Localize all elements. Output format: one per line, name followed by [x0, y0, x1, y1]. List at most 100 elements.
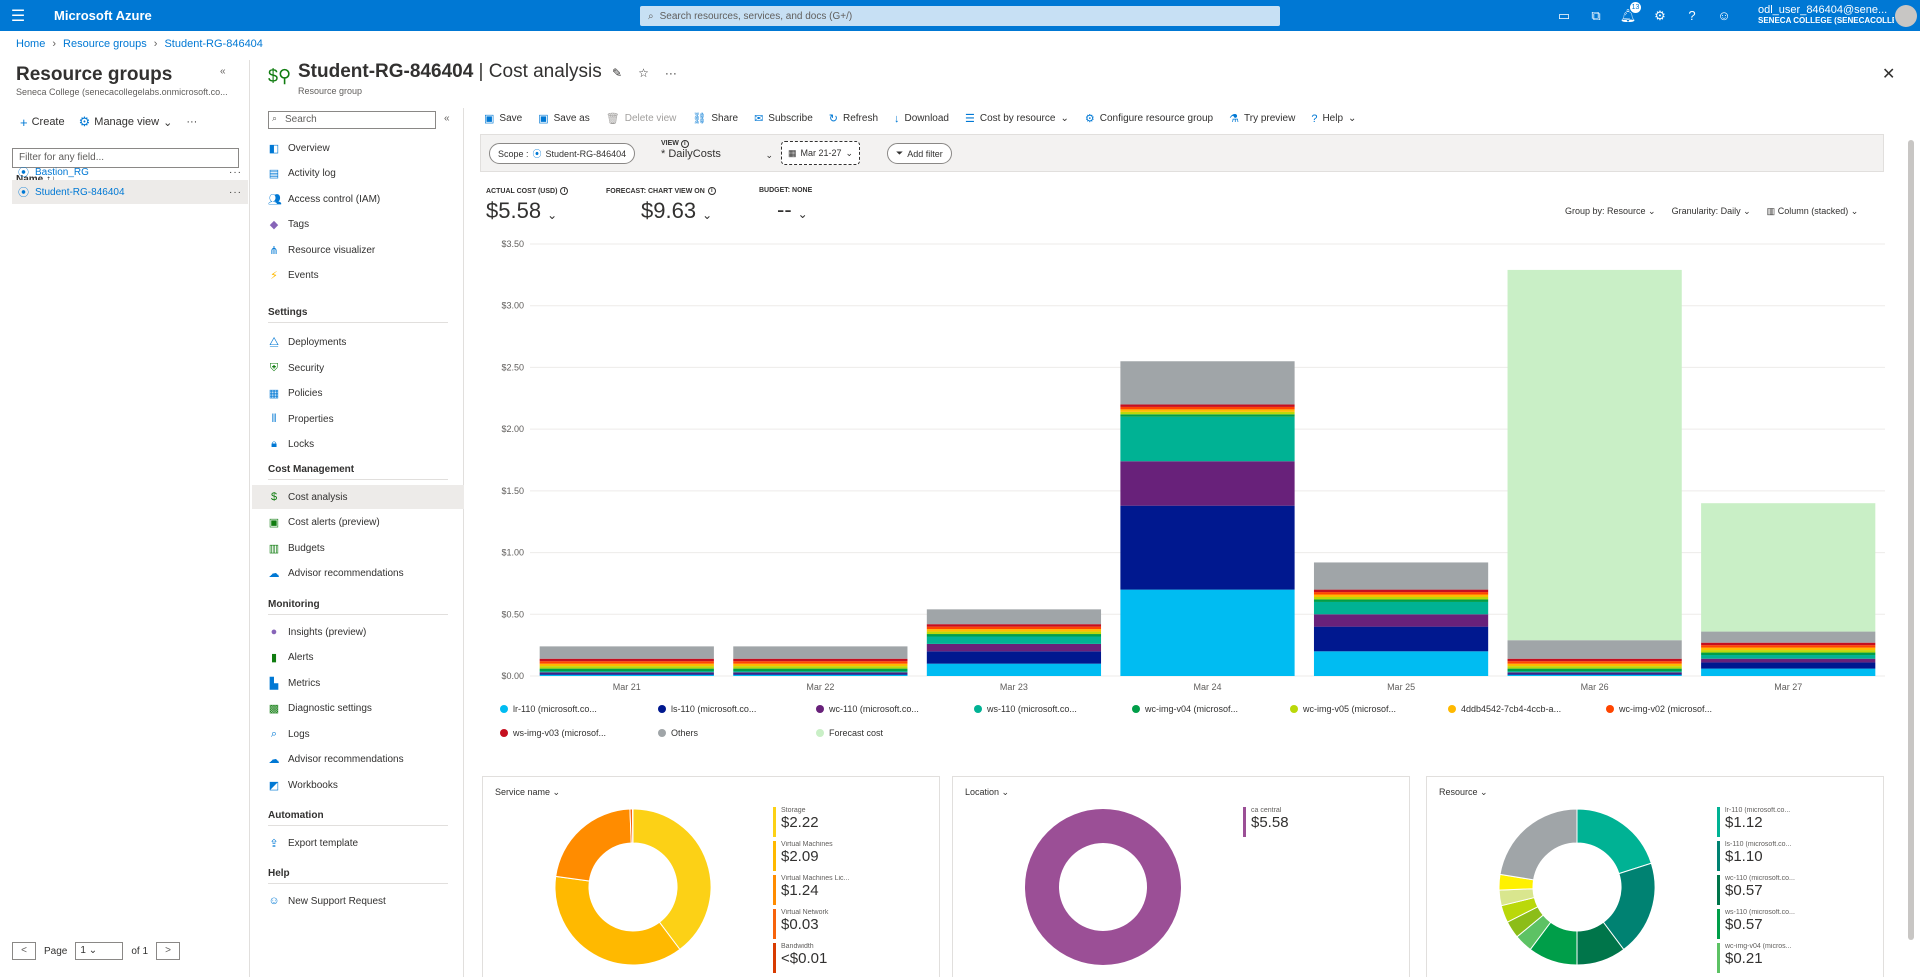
bar-segment[interactable] — [1507, 666, 1682, 669]
more-options-icon[interactable]: ··· — [665, 66, 677, 80]
legend-item[interactable]: wc-110 (microsoft.co... — [816, 704, 919, 714]
menu-item-activity-log[interactable]: ▤ Activity log — [252, 161, 464, 185]
menu-item-advisor-monitoring[interactable]: ☁ Advisor recommendations — [252, 747, 464, 771]
bar-segment[interactable] — [1313, 614, 1489, 627]
donut-legend-item[interactable]: ws-110 (microsoft.co... $0.57 — [1717, 909, 1821, 943]
menu-item-deployments[interactable]: ⧋ Deployments — [252, 330, 464, 354]
view-select[interactable]: VIEW i * DailyCosts ⌄ — [661, 140, 775, 160]
bar-segment[interactable] — [733, 661, 908, 664]
scrollbar[interactable] — [1908, 140, 1914, 940]
bar-segment[interactable] — [1701, 642, 1876, 646]
delete-view-button[interactable]: 🗑︎ Delete view — [606, 112, 677, 125]
bar-segment[interactable] — [926, 629, 1102, 632]
directory-filter-icon[interactable]: ⧉ — [1587, 8, 1605, 24]
more-options-icon[interactable]: ··· — [186, 116, 197, 128]
save-button[interactable]: ▣ Save — [484, 112, 522, 125]
bar-segment[interactable] — [1313, 589, 1489, 593]
donut-legend-item[interactable]: ca central $5.58 — [1243, 807, 1347, 841]
bar-segment[interactable] — [539, 672, 714, 674]
bar-segment[interactable] — [926, 624, 1102, 627]
menu-item-iam[interactable]: 👥︎ Access control (IAM) — [252, 187, 464, 211]
group-by-select[interactable]: Group by: Resource ⌄ — [1565, 206, 1656, 217]
bar-segment[interactable] — [1507, 671, 1682, 673]
legend-item[interactable]: Others — [658, 728, 698, 738]
menu-item-alerts[interactable]: ▮ Alerts — [252, 645, 464, 669]
bar-segment[interactable] — [926, 663, 1102, 676]
bar-segment[interactable] — [1313, 599, 1489, 602]
configure-resource-group-button[interactable]: ⚙ Configure resource group — [1085, 112, 1213, 125]
menu-item-cost-alerts[interactable]: ▣ Cost alerts (preview) — [252, 510, 464, 534]
donut-slice[interactable] — [632, 808, 712, 951]
bar-segment[interactable] — [1313, 592, 1489, 595]
menu-item-budgets[interactable]: ▥ Budgets — [252, 536, 464, 560]
bar-segment[interactable] — [1701, 650, 1876, 653]
bar-segment[interactable] — [1507, 668, 1682, 672]
donut-legend-item[interactable]: Virtual Machines $2.09 — [773, 841, 877, 875]
bar-segment[interactable] — [1507, 658, 1682, 662]
kpi-budget[interactable]: BUDGET: NONE -- ⌄ — [759, 187, 812, 223]
donut-legend-item[interactable]: ls-110 (microsoft.co... $1.10 — [1717, 841, 1821, 875]
menu-search-input[interactable]: Search — [268, 111, 436, 129]
legend-item[interactable]: wc-img-v05 (microsof... — [1290, 704, 1396, 714]
bar-segment[interactable] — [1120, 404, 1295, 407]
cost-by-resource-button[interactable]: ☰ Cost by resource ⌄ — [965, 112, 1069, 125]
bar-segment[interactable] — [1120, 411, 1295, 415]
legend-item[interactable]: 4ddb4542-7cb4-4ccb-a... — [1448, 704, 1561, 714]
bar-segment[interactable] — [926, 651, 1102, 664]
donut-legend-item[interactable]: wc-110 (microsoft.co... $0.57 — [1717, 875, 1821, 909]
bar-segment[interactable] — [1120, 589, 1295, 676]
legend-item[interactable]: ws-img-v03 (microsof... — [500, 728, 606, 738]
hamburger-menu-icon[interactable]: ☰ — [0, 6, 36, 26]
bar-segment[interactable] — [1313, 562, 1489, 590]
menu-item-new-support-request[interactable]: ☺ New Support Request — [252, 889, 464, 913]
legend-item[interactable]: ws-110 (microsoft.co... — [974, 704, 1077, 714]
menu-item-security[interactable]: ⛨ Security — [252, 356, 464, 380]
menu-item-export-template[interactable]: ⇪ Export template — [252, 831, 464, 855]
bar-segment[interactable] — [539, 658, 714, 662]
add-filter-button[interactable]: ⏷ Add filter — [887, 143, 952, 164]
bar-segment[interactable] — [1120, 409, 1295, 412]
prev-page-button[interactable]: < — [12, 942, 36, 960]
subscribe-button[interactable]: ✉ Subscribe — [754, 112, 813, 125]
bar-segment[interactable] — [1701, 631, 1876, 643]
menu-item-overview[interactable]: ◧ Overview — [252, 136, 464, 160]
bar-segment[interactable] — [733, 674, 908, 676]
bar-segment[interactable] — [1701, 647, 1876, 651]
breadcrumb-current[interactable]: Student-RG-846404 — [164, 38, 262, 50]
bar-segment[interactable] — [1701, 662, 1876, 669]
scope-pill[interactable]: Scope : ⦿ Student-RG-846404 — [489, 143, 636, 164]
more-options-icon[interactable]: ··· — [229, 167, 242, 178]
bar-segment[interactable] — [1313, 597, 1489, 600]
bar-segment[interactable] — [1120, 505, 1295, 590]
bar-segment[interactable] — [733, 672, 908, 674]
bar-segment[interactable] — [733, 668, 908, 672]
global-search-input[interactable]: ⌕ Search resources, services, and docs (… — [640, 6, 1280, 26]
bar-segment[interactable] — [539, 646, 714, 659]
bar-segment[interactable] — [1701, 652, 1876, 656]
donut-legend-item[interactable]: Bandwidth <$0.01 — [773, 943, 877, 977]
create-button[interactable]: + Create — [20, 115, 65, 130]
page-select[interactable]: 1 ⌄ — [75, 942, 124, 960]
bar-segment[interactable] — [733, 663, 908, 667]
menu-item-logs[interactable]: ⌕ Logs — [252, 722, 464, 746]
bar-segment[interactable] — [733, 666, 908, 669]
bar-segment[interactable] — [1507, 663, 1682, 667]
bar-segment[interactable] — [1120, 414, 1295, 417]
card-header[interactable]: Location ⌄ — [965, 787, 1009, 798]
user-account[interactable]: odl_user_846404@sene... SENECA COLLEGE (… — [1758, 4, 1894, 25]
menu-item-locks[interactable]: 🔒︎ Locks — [252, 432, 464, 456]
kpi-actual-cost[interactable]: ACTUAL COST (USD) i $5.58 ⌄ — [486, 187, 569, 224]
bar-segment[interactable] — [1507, 640, 1682, 659]
bar-segment[interactable] — [733, 673, 908, 675]
breadcrumb-home[interactable]: Home — [16, 38, 45, 50]
kpi-forecast[interactable]: FORECAST: CHART VIEW ON i $9.63 ⌄ — [606, 187, 716, 224]
bar-segment[interactable] — [1313, 626, 1489, 652]
bar-segment[interactable] — [926, 634, 1102, 637]
collapse-menu-icon[interactable]: « — [444, 113, 450, 124]
menu-item-cost-analysis[interactable]: $ Cost analysis — [252, 485, 464, 509]
bar-segment[interactable] — [539, 663, 714, 667]
menu-item-resource-visualizer[interactable]: ⋔ Resource visualizer — [252, 238, 464, 262]
bar-segment[interactable] — [926, 626, 1102, 630]
donut-slice[interactable] — [1576, 808, 1652, 875]
donut-legend-item[interactable]: Virtual Network $0.03 — [773, 909, 877, 943]
